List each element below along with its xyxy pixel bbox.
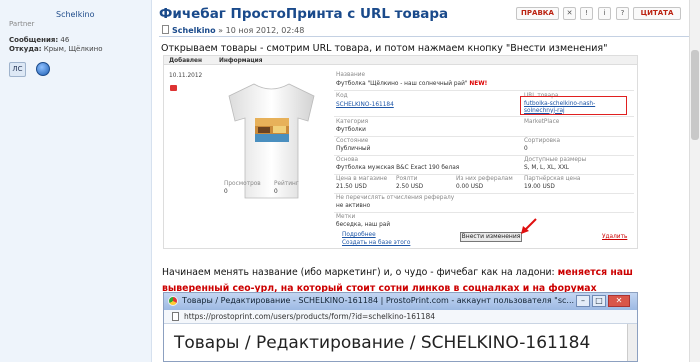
browser-scrollbar[interactable] bbox=[627, 324, 637, 361]
price-value: 21.50 USD bbox=[336, 184, 367, 190]
paragraph-text: Начинаем менять название (ибо маркетинг)… bbox=[162, 267, 558, 278]
screenshot-table-header: Добавлен Информация bbox=[164, 56, 637, 65]
website-button[interactable] bbox=[34, 62, 51, 77]
category-value: Футболки bbox=[336, 127, 366, 133]
product-screenshot: Добавлен Информация 10.11.2012 Название … bbox=[163, 55, 638, 249]
referral-value: 0.00 USD bbox=[456, 184, 484, 190]
url-highlight-box bbox=[520, 96, 627, 115]
from-value: Крым, Щёлкино bbox=[43, 45, 103, 53]
price-label: Цена в магазине bbox=[336, 176, 388, 182]
author-rank: Partner bbox=[9, 20, 35, 28]
post-icon bbox=[162, 25, 169, 34]
address-bar[interactable]: https://prostoprint.com/users/products/f… bbox=[164, 310, 637, 324]
tags-value: беседка, наш рай bbox=[336, 222, 391, 228]
name-label: Название bbox=[336, 72, 366, 78]
product-date: 10.11.2012 bbox=[169, 73, 203, 79]
private-message-button[interactable]: ЛС bbox=[9, 62, 26, 77]
base-label: Основа bbox=[336, 157, 359, 163]
chrome-icon bbox=[168, 296, 178, 306]
col-info-header: Информация bbox=[219, 58, 263, 64]
browser-tab-title: Товары / Редактирование - SCHELKINO-1611… bbox=[182, 296, 575, 305]
posts-label: Сообщения: bbox=[9, 36, 59, 44]
col-date-header: Добавлен bbox=[169, 58, 202, 64]
tags-label: Метки bbox=[336, 214, 356, 220]
post-author-link[interactable]: Schelkino bbox=[172, 26, 216, 35]
referral-label: Из них рефералам bbox=[456, 176, 513, 182]
code-label: Код bbox=[336, 93, 348, 99]
delete-button[interactable]: ✕ bbox=[563, 7, 576, 20]
globe-icon bbox=[35, 62, 50, 76]
author-location: Откуда: Крым, Щёлкино bbox=[9, 45, 102, 53]
delete-link[interactable]: Удалить bbox=[602, 234, 627, 240]
author-posts-count: Сообщения: 46 bbox=[9, 36, 69, 44]
noref-label: Не перечислять отчисления рефералу bbox=[336, 195, 455, 201]
address-url[interactable]: https://prostoprint.com/users/products/f… bbox=[184, 312, 435, 321]
flag-icon bbox=[170, 85, 177, 91]
report-button[interactable]: ! bbox=[580, 7, 593, 20]
row-divider bbox=[334, 90, 634, 91]
row-divider bbox=[334, 193, 634, 194]
red-arrow-icon bbox=[521, 218, 537, 234]
new-badge: NEW! bbox=[469, 81, 488, 87]
views-value: 0 bbox=[224, 189, 228, 195]
row-divider bbox=[334, 212, 634, 213]
state-value: Публичный bbox=[336, 146, 371, 152]
partner-price-label: Партнёрская цена bbox=[524, 176, 581, 182]
posts-value: 46 bbox=[60, 36, 70, 44]
marketplace-label: MarketPlace bbox=[524, 119, 560, 125]
info-button[interactable]: i bbox=[598, 7, 611, 20]
maximize-button[interactable]: □ bbox=[592, 295, 606, 307]
state-label: Состояние bbox=[336, 138, 369, 144]
rating-label: Рейтинг bbox=[274, 181, 299, 187]
post-intro-text: Открываем товары - смотрим URL товара, и… bbox=[161, 43, 608, 54]
edit-button[interactable]: ПРАВКА bbox=[516, 7, 559, 20]
minimize-button[interactable]: – bbox=[576, 295, 590, 307]
royalty-value: 2.50 USD bbox=[396, 184, 424, 190]
views-label: Просмотров bbox=[224, 181, 261, 187]
sizes-label: Доступные размеры bbox=[524, 157, 587, 163]
category-label: Категория bbox=[336, 119, 369, 125]
quote-button[interactable]: ЦИТАТА bbox=[633, 7, 681, 20]
create-from-this-link[interactable]: Создать на базе этого bbox=[342, 240, 410, 246]
close-window-button[interactable]: ✕ bbox=[608, 295, 630, 307]
name-text: Футболка "Щёлкино - наш солнечный рай" bbox=[336, 81, 468, 87]
code-value[interactable]: SCHELKINO-161184 bbox=[336, 102, 394, 108]
browser-titlebar: Товары / Редактирование - SCHELKINO-1611… bbox=[164, 293, 637, 310]
row-divider bbox=[334, 136, 634, 137]
warn-button[interactable]: ? bbox=[616, 7, 629, 20]
partner-price-value: 19.00 USD bbox=[524, 184, 555, 190]
browser-screenshot: Товары / Редактирование - SCHELKINO-1611… bbox=[163, 292, 638, 362]
from-label: Откуда: bbox=[9, 45, 42, 53]
page-scrollbar[interactable] bbox=[689, 0, 700, 362]
post-title[interactable]: Фичебаг ПростоПринта с URL товара bbox=[159, 6, 448, 22]
name-value: Футболка "Щёлкино - наш солнечный рай" N… bbox=[336, 81, 487, 87]
royalty-label: Роялти bbox=[396, 176, 418, 182]
scrollbar-thumb[interactable] bbox=[691, 50, 699, 140]
page-icon bbox=[172, 312, 179, 321]
author-panel: Schelkino Partner Сообщения: 46 Откуда: … bbox=[0, 0, 152, 362]
post-date: » 10 ноя 2012, 02:48 bbox=[218, 26, 305, 35]
post-divider bbox=[159, 36, 689, 37]
sort-label: Сортировка bbox=[524, 138, 561, 144]
row-divider bbox=[334, 174, 634, 175]
pm-label: ЛС bbox=[12, 65, 23, 73]
row-divider bbox=[334, 155, 634, 156]
more-link[interactable]: Подробнее bbox=[342, 232, 376, 238]
post-meta: Schelkino » 10 ноя 2012, 02:48 bbox=[162, 25, 304, 35]
sort-value: 0 bbox=[524, 146, 528, 152]
browser-page-heading: Товары / Редактирование / SCHELKINO-1611… bbox=[174, 333, 591, 353]
sizes-value: S, M, L, XL, XXL bbox=[524, 165, 570, 171]
row-divider bbox=[334, 116, 634, 117]
author-username[interactable]: Schelkino bbox=[56, 10, 95, 19]
base-value: Футболка мужская B&C Exact 190 белая bbox=[336, 165, 460, 171]
apply-changes-button[interactable]: Внести изменения bbox=[460, 232, 522, 242]
rating-value: 0 bbox=[274, 189, 278, 195]
noref-value: не активно bbox=[336, 203, 371, 209]
